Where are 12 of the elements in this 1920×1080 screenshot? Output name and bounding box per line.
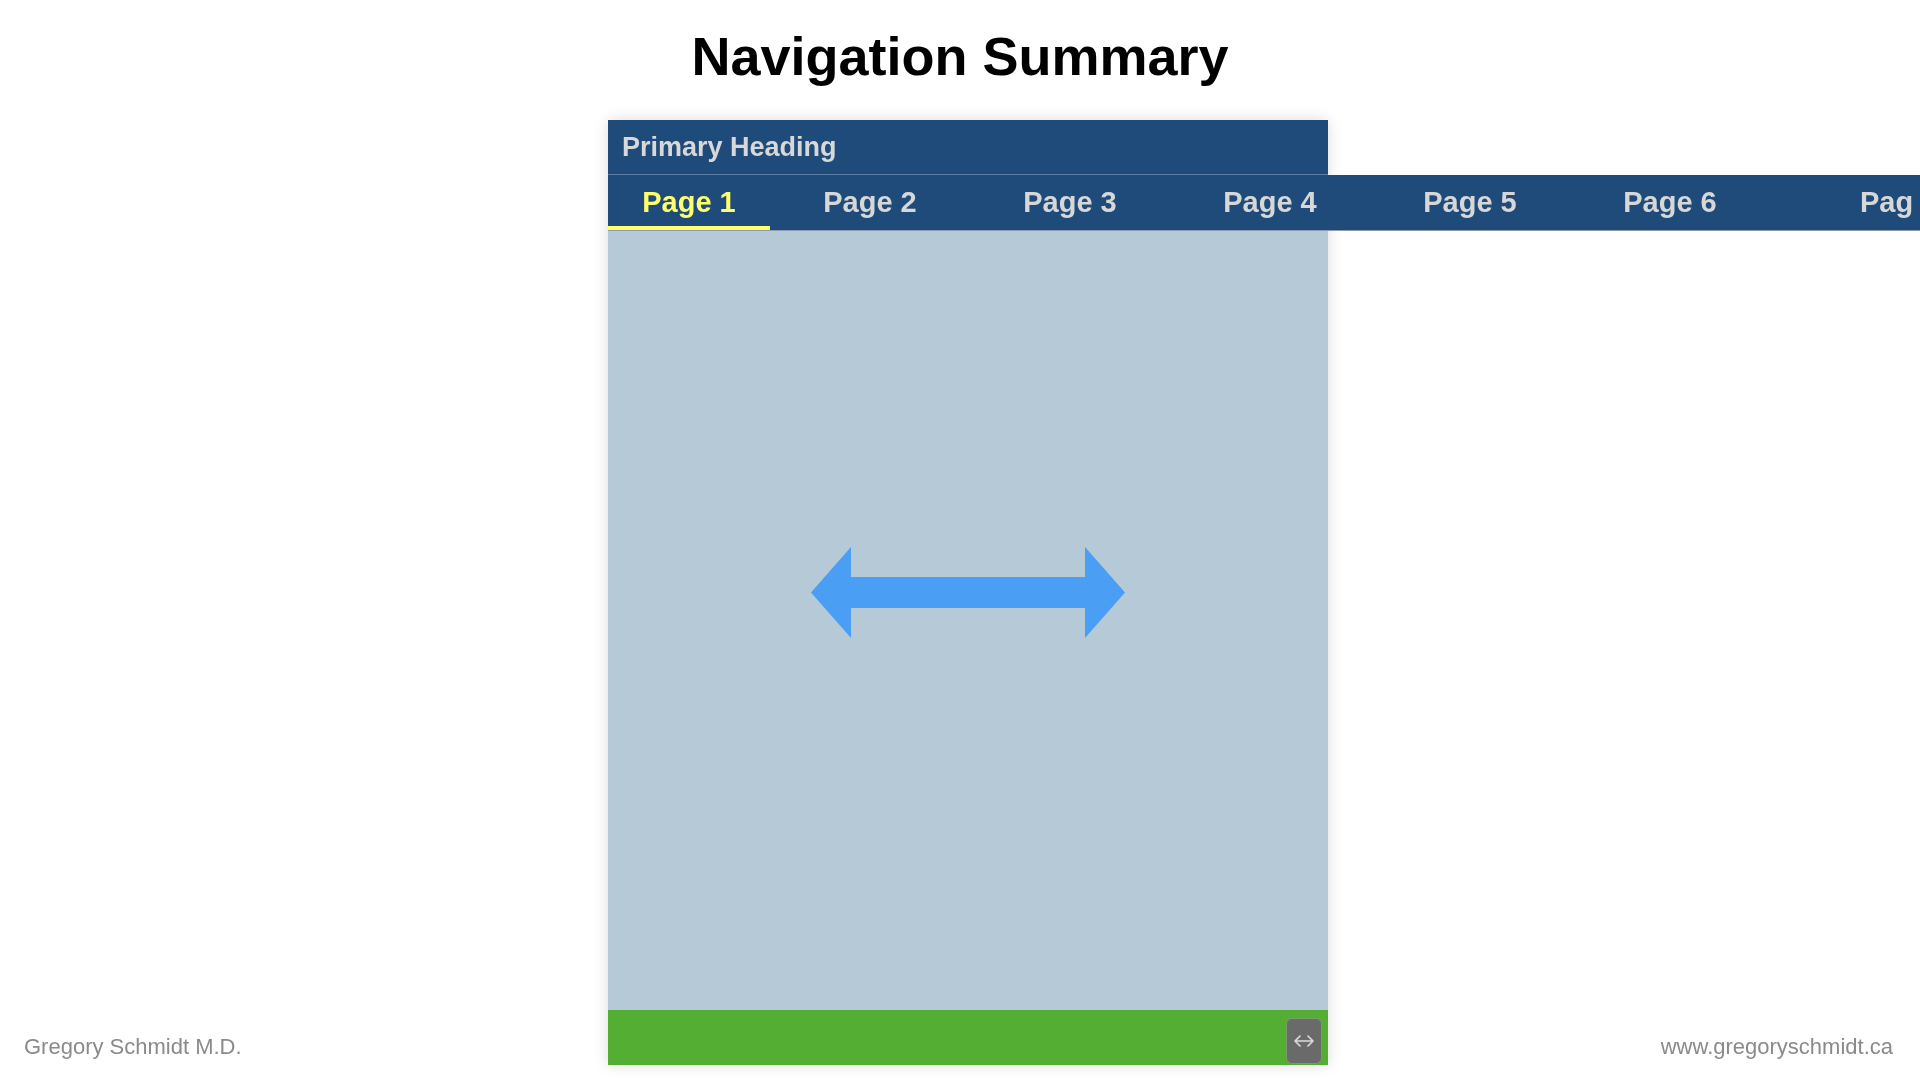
app-heading: Primary Heading [622, 131, 837, 163]
tab[interactable]: Page 2 [770, 175, 970, 230]
website-url: www.gregoryschmidt.ca [1660, 1033, 1893, 1060]
tab[interactable]: Page 4 [1170, 175, 1370, 230]
tab[interactable]: Page 6 [1570, 175, 1770, 230]
author-name: Gregory Schmidt M.D. [24, 1033, 242, 1060]
tab[interactable]: Page 5 [1370, 175, 1570, 230]
icon-button[interactable] [1286, 1018, 1322, 1064]
tab[interactable]: Pag [1770, 175, 1914, 230]
left-right-arrow-icon [1294, 1035, 1314, 1047]
slide-title: Navigation Summary [691, 29, 1229, 88]
tab[interactable]: Page 3 [970, 175, 1170, 230]
